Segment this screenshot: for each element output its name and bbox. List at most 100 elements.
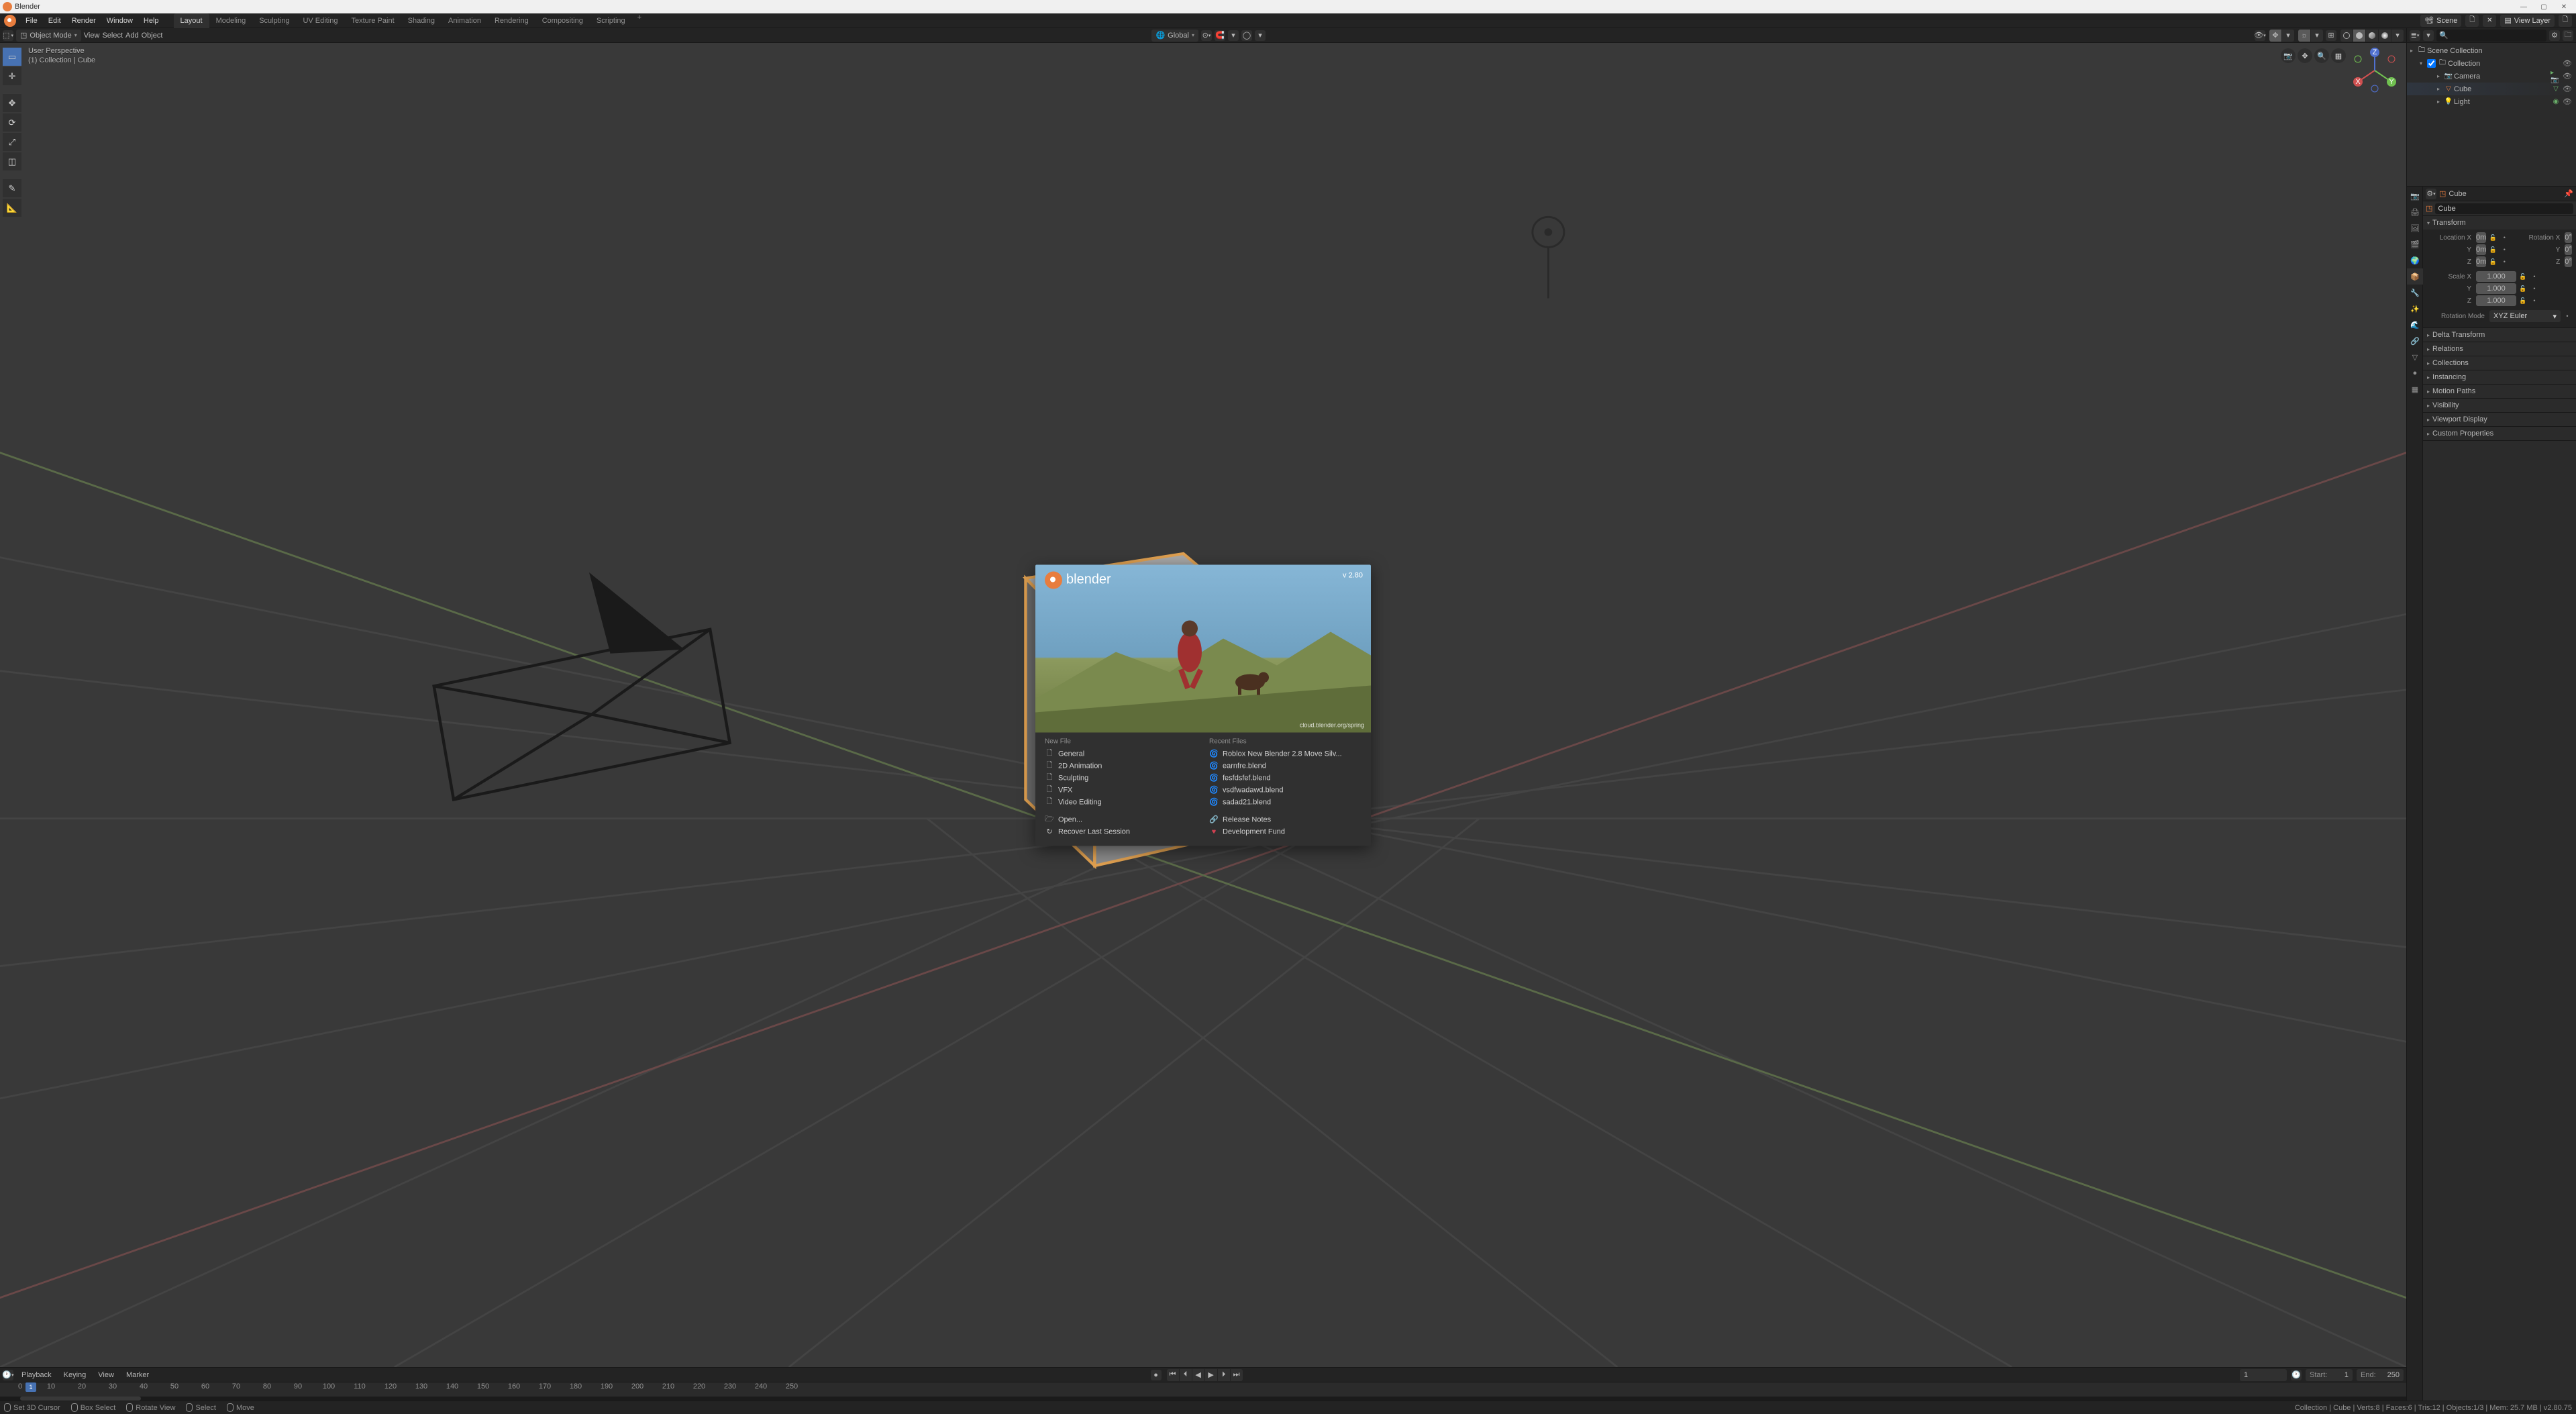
splash-recent-0[interactable]: 🌀Roblox New Blender 2.8 Move Silv... (1209, 748, 1361, 760)
timeline-track[interactable]: 0102030405060708090100110120130140150160… (0, 1382, 2406, 1401)
prop-tab-modifiers[interactable]: 🔧 (2407, 285, 2423, 301)
start-frame-field[interactable]: Start:1 (2306, 1369, 2353, 1381)
mode-dropdown[interactable]: ◳ Object Mode ▾ (16, 30, 81, 42)
prop-tab-output[interactable]: 🖨 (2407, 204, 2423, 220)
jump-start-button[interactable]: ⏮ (1167, 1369, 1179, 1381)
prop-tab-viewlayer[interactable]: 🖼 (2407, 220, 2423, 236)
outliner-collection[interactable]: ▾ 🗀 Collection 👁 (2407, 57, 2576, 70)
panel-collections[interactable]: ▸Collections (2423, 356, 2576, 370)
rotation-mode-dropdown[interactable]: XYZ Euler▾ (2489, 310, 2561, 322)
panel-transform-header[interactable]: ▾Transform (2423, 216, 2576, 230)
outliner-item-cube[interactable]: ▸▽ Cube ▽ 👁 (2407, 83, 2576, 95)
splash-recent-1[interactable]: 🌀earnfre.blend (1209, 760, 1361, 772)
timeline-editor-dropdown[interactable]: 🕐▾ (3, 1370, 13, 1380)
rot-x-field[interactable]: 0° (2565, 232, 2572, 243)
shading-lookdev[interactable] (2366, 30, 2378, 42)
scale-z-field[interactable]: 1.000 (2476, 295, 2516, 306)
workspace-tab-animation[interactable]: Animation (442, 13, 488, 28)
tool-cursor[interactable]: ✛ (3, 66, 21, 85)
outliner-scene-collection[interactable]: ▸🗀 Scene Collection (2407, 44, 2576, 57)
prop-tab-material[interactable]: ● (2407, 365, 2423, 381)
play-button[interactable]: ▶ (1205, 1369, 1217, 1381)
splash-new-video[interactable]: 🗋Video Editing (1045, 796, 1197, 808)
pin-button[interactable]: 📌 (2564, 189, 2573, 198)
gizmo-toggle[interactable]: ✥ (2269, 30, 2281, 42)
view-camera-button[interactable]: 📷 (2281, 48, 2296, 63)
panel-viewport-display[interactable]: ▸Viewport Display (2423, 413, 2576, 426)
timeline-menu-keying[interactable]: Keying (60, 1371, 91, 1379)
prop-tab-scene[interactable]: 🎬 (2407, 236, 2423, 252)
workspace-tab-layout[interactable]: Layout (174, 13, 209, 28)
pivot-dropdown[interactable]: ⊙▾ (1201, 30, 1212, 41)
orientation-dropdown[interactable]: 🌐 Global ▾ (1151, 30, 1198, 42)
panel-delta-transform[interactable]: ▸Delta Transform (2423, 328, 2576, 342)
workspace-tab-sculpting[interactable]: Sculpting (252, 13, 296, 28)
autokey-toggle[interactable]: ● (1151, 1370, 1162, 1380)
prop-tab-data[interactable]: ▽ (2407, 349, 2423, 365)
shading-rendered[interactable] (2379, 30, 2391, 42)
timeline-menu-view[interactable]: View (94, 1371, 118, 1379)
object-name-input[interactable] (2435, 203, 2573, 214)
shading-solid[interactable] (2353, 30, 2365, 42)
play-reverse-button[interactable]: ◀ (1192, 1369, 1204, 1381)
outliner-item-camera[interactable]: ▸📷 Camera ▸📷 👁 (2407, 70, 2576, 83)
tool-transform[interactable]: ◫ (3, 152, 21, 170)
collection-checkbox[interactable] (2427, 59, 2436, 68)
visibility-toggle[interactable]: 👁 (2561, 85, 2573, 93)
menu-window[interactable]: Window (101, 13, 138, 28)
splash-recent-3[interactable]: 🌀vsdfwadawd.blend (1209, 784, 1361, 796)
properties-editor-dropdown[interactable]: ⚙▾ (2426, 189, 2436, 199)
shading-wire[interactable] (2340, 30, 2353, 42)
splash-new-sculpt[interactable]: 🗋Sculpting (1045, 772, 1197, 784)
outliner-item-light[interactable]: ▸💡 Light ◉ 👁 (2407, 95, 2576, 108)
timeline-menu-marker[interactable]: Marker (122, 1371, 153, 1379)
workspace-add-button[interactable]: + (632, 13, 647, 28)
timeline-menu-playback[interactable]: Playback (17, 1371, 56, 1379)
tool-rotate[interactable]: ⟳ (3, 113, 21, 132)
snap-dropdown[interactable]: ▾ (1228, 30, 1239, 41)
splash-dev-fund[interactable]: ♥Development Fund (1209, 825, 1361, 838)
overlay-toggle[interactable]: ☼ (2298, 30, 2310, 42)
workspace-tab-scripting[interactable]: Scripting (590, 13, 632, 28)
snap-toggle[interactable]: 🧲 (1215, 30, 1225, 41)
menu-file[interactable]: File (20, 13, 43, 28)
visibility-toggle[interactable]: 👁 (2561, 72, 2573, 81)
lock-icon[interactable]: 🔓 (2488, 244, 2497, 255)
panel-custom-properties[interactable]: ▸Custom Properties (2423, 427, 2576, 440)
workspace-tab-texturepaint[interactable]: Texture Paint (344, 13, 401, 28)
tool-annotate[interactable]: ✎ (3, 179, 21, 197)
menu-render[interactable]: Render (66, 13, 101, 28)
scene-delete-button[interactable]: ✕ (2483, 15, 2496, 27)
view-zoom-button[interactable]: 🔍 (2314, 48, 2329, 63)
timeline-playhead[interactable]: 1 (25, 1382, 36, 1392)
viewport-menu-select[interactable]: Select (102, 32, 123, 40)
current-frame-field[interactable]: 1 (2240, 1369, 2287, 1381)
scale-y-field[interactable]: 1.000 (2476, 283, 2516, 294)
prop-tab-particles[interactable]: ✨ (2407, 301, 2423, 317)
panel-motion-paths[interactable]: ▸Motion Paths (2423, 385, 2576, 398)
editor-type-dropdown[interactable]: ⬚▾ (3, 30, 13, 41)
outliner-search[interactable]: 🔍 (2436, 30, 2546, 42)
outliner-filter-button[interactable]: ⚙ (2549, 30, 2560, 41)
outliner-new-collection[interactable]: 🗀 (2563, 30, 2573, 41)
workspace-tab-rendering[interactable]: Rendering (488, 13, 535, 28)
jump-end-button[interactable]: ⏭ (1231, 1369, 1243, 1381)
menu-help[interactable]: Help (138, 13, 164, 28)
tool-measure[interactable]: 📐 (3, 198, 21, 217)
splash-recent-2[interactable]: 🌀fesfdsfef.blend (1209, 772, 1361, 784)
menu-edit[interactable]: Edit (43, 13, 66, 28)
outliner-editor-dropdown[interactable]: ≣▾ (2410, 30, 2420, 41)
lock-icon[interactable]: 🔓 (2518, 271, 2528, 282)
navigation-gizmo[interactable]: X Y Z (2351, 47, 2398, 94)
lock-icon[interactable]: 🔓 (2518, 295, 2528, 306)
splash-open[interactable]: 🗁Open... (1045, 813, 1197, 825)
workspace-tab-compositing[interactable]: Compositing (535, 13, 590, 28)
keyframe-next-button[interactable]: ⏵ (1218, 1369, 1230, 1381)
tool-scale[interactable]: ⤢ (3, 132, 21, 151)
loc-y-field[interactable]: 0m (2476, 244, 2486, 255)
prop-tab-object[interactable]: 📦 (2407, 268, 2423, 285)
viewport-menu-add[interactable]: Add (125, 32, 139, 40)
viewlayer-selector[interactable]: ▤ View Layer (2500, 15, 2555, 27)
splash-new-2d[interactable]: 🗋2D Animation (1045, 760, 1197, 772)
prop-tab-texture[interactable]: ▦ (2407, 381, 2423, 397)
